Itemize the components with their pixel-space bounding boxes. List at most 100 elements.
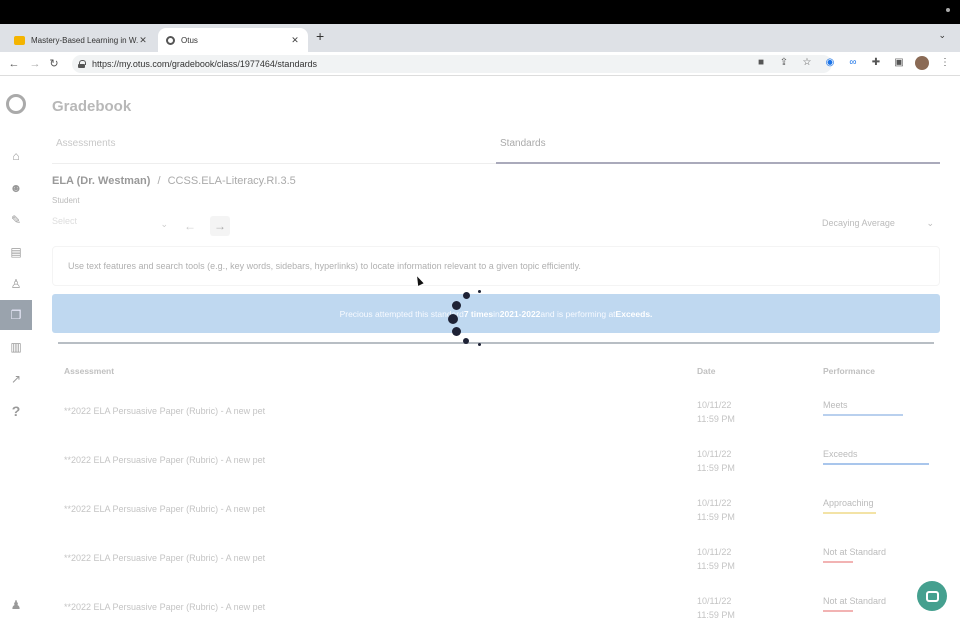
- otus-logo-icon[interactable]: [6, 94, 26, 114]
- browser-tab-mastery[interactable]: Mastery-Based Learning in W... ✕: [6, 28, 156, 52]
- browser-tab-strip: Mastery-Based Learning in W... ✕ Otus ✕ …: [0, 24, 960, 52]
- table-row[interactable]: **2022 ELA Persuasive Paper (Rubric) - A…: [52, 494, 940, 543]
- extension-circle-icon[interactable]: ◉: [823, 56, 837, 70]
- student-select[interactable]: Select ⌄: [52, 216, 170, 236]
- performance-bar: [823, 610, 853, 612]
- performance-label: Not at Standard: [823, 547, 887, 557]
- sidebar-item-plans[interactable]: ▥: [0, 332, 32, 362]
- table-row[interactable]: **2022 ELA Persuasive Paper (Rubric) - A…: [52, 396, 940, 445]
- performance-label: Not at Standard: [823, 596, 887, 606]
- banner-text-after: and is performing at: [540, 308, 616, 319]
- average-type-select[interactable]: Decaying Average ⌄: [822, 218, 934, 228]
- breadcrumb: ELA (Dr. Westman) / CCSS.ELA-Literacy.RI…: [52, 175, 296, 187]
- people-icon: ☻: [9, 181, 23, 195]
- sidebar-item-library[interactable]: ▤: [0, 237, 32, 267]
- address-bar[interactable]: https://my.otus.com/gradebook/class/1977…: [72, 55, 832, 73]
- assessment-name[interactable]: **2022 ELA Persuasive Paper (Rubric) - A…: [64, 406, 265, 416]
- sidebar-item-profile[interactable]: ♟: [0, 590, 32, 620]
- user-icon: ♟: [10, 598, 22, 612]
- tab-assessments[interactable]: Assessments: [56, 138, 115, 149]
- sidebar-item-messages[interactable]: ✎: [0, 205, 32, 235]
- reload-icon[interactable]: ↻: [46, 56, 62, 72]
- assessment-header[interactable]: Assessment: [64, 366, 114, 376]
- time-value: 11:59 PM: [697, 414, 735, 424]
- sidebar-item-classes[interactable]: ☻: [0, 173, 32, 203]
- table-row[interactable]: **2022 ELA Persuasive Paper (Rubric) - A…: [52, 592, 940, 623]
- assessment-date: 10/11/22 11:59 PM: [697, 447, 735, 475]
- close-tab-icon[interactable]: ✕: [138, 35, 148, 46]
- tab-search-button[interactable]: ⌄: [938, 30, 946, 41]
- breadcrumb-class[interactable]: ELA (Dr. Westman): [52, 175, 150, 187]
- performance-bar: [823, 463, 929, 465]
- chat-support-button[interactable]: [917, 581, 947, 611]
- puzzle-icon[interactable]: ✚: [869, 56, 883, 70]
- performance-header[interactable]: Performance: [823, 366, 875, 376]
- forward-icon[interactable]: →: [27, 56, 43, 72]
- star-icon[interactable]: ☆: [800, 56, 814, 70]
- share-icon[interactable]: ⇪: [777, 56, 791, 70]
- tab-title: Mastery-Based Learning in W...: [31, 35, 138, 45]
- time-value: 11:59 PM: [697, 610, 735, 620]
- book-icon: ▤: [10, 245, 22, 259]
- page-title: Gradebook: [52, 98, 132, 115]
- breadcrumb-standard: CCSS.ELA-Literacy.RI.3.5: [167, 175, 296, 187]
- performance-bar: [823, 512, 876, 514]
- gradebook-content: Gradebook Assessments Standards ELA (Dr.…: [52, 76, 942, 623]
- previous-student-button[interactable]: ←: [180, 216, 200, 236]
- help-icon: ?: [11, 403, 21, 419]
- sidebar-item-students[interactable]: ♙: [0, 269, 32, 299]
- date-value: 10/11/22: [697, 449, 732, 459]
- person-icon: ♙: [10, 277, 22, 291]
- chat-icon: ✎: [10, 213, 22, 227]
- banner-year: 2021-2022: [499, 308, 541, 319]
- extension-loop-icon[interactable]: ∞: [846, 56, 860, 70]
- standard-description-text: Use text features and search tools (e.g.…: [68, 261, 581, 271]
- slides-favicon-icon: [14, 35, 25, 45]
- otus-favicon-icon: [166, 35, 175, 45]
- assessment-name[interactable]: **2022 ELA Persuasive Paper (Rubric) - A…: [64, 455, 265, 465]
- camera-icon[interactable]: ■: [754, 56, 768, 70]
- lock-icon: [78, 60, 86, 68]
- app-page: ⌂ ☻ ✎ ▤ ♙ ❐ ▥ ↗ ? ♟ Gradebook Assessment…: [0, 76, 960, 623]
- date-header[interactable]: Date: [697, 366, 715, 376]
- browser-tab-otus[interactable]: Otus ✕: [158, 28, 308, 52]
- assessment-name[interactable]: **2022 ELA Persuasive Paper (Rubric) - A…: [64, 553, 265, 563]
- new-tab-button[interactable]: +: [316, 28, 324, 44]
- performance-label: Approaching: [823, 498, 874, 508]
- close-tab-icon[interactable]: ✕: [290, 35, 300, 46]
- tab-title: Otus: [181, 35, 198, 45]
- bookmark-icon: ❐: [10, 308, 22, 322]
- performance-bar: [823, 414, 903, 416]
- url-text[interactable]: https://my.otus.com/gradebook/class/1977…: [92, 59, 317, 69]
- sidebar-item-help[interactable]: ?: [0, 396, 32, 426]
- extension-icons: ■ ⇪ ☆ ◉ ∞ ✚ ▣ ⋮: [754, 56, 952, 70]
- assessment-name[interactable]: **2022 ELA Persuasive Paper (Rubric) - A…: [64, 504, 265, 514]
- chat-icon: [925, 590, 939, 602]
- date-value: 10/11/22: [697, 498, 732, 508]
- time-value: 11:59 PM: [697, 512, 735, 522]
- back-icon[interactable]: ←: [6, 56, 22, 72]
- camera-indicator: [946, 8, 950, 12]
- profile-avatar[interactable]: [915, 56, 929, 70]
- app-sidebar: ⌂ ☻ ✎ ▤ ♙ ❐ ▥ ↗ ? ♟: [0, 76, 34, 623]
- chart-icon: ↗: [10, 372, 22, 386]
- date-value: 10/11/22: [697, 547, 732, 557]
- assessment-name[interactable]: **2022 ELA Persuasive Paper (Rubric) - A…: [64, 602, 265, 612]
- sidebar-item-home[interactable]: ⌂: [0, 141, 32, 171]
- sidebar-item-gradebook[interactable]: ❐: [0, 300, 32, 330]
- assessment-date: 10/11/22 11:59 PM: [697, 545, 735, 573]
- menu-kebab-icon[interactable]: ⋮: [938, 56, 952, 70]
- browser-toolbar: ← → ↻ https://my.otus.com/gradebook/clas…: [0, 52, 960, 76]
- banner-times: 7 times: [463, 308, 494, 319]
- sidepanel-icon[interactable]: ▣: [892, 56, 906, 70]
- breadcrumb-separator: /: [157, 175, 161, 187]
- table-row[interactable]: **2022 ELA Persuasive Paper (Rubric) - A…: [52, 445, 940, 494]
- table-row[interactable]: **2022 ELA Persuasive Paper (Rubric) - A…: [52, 543, 940, 592]
- map-icon: ▥: [10, 340, 22, 354]
- home-icon: ⌂: [12, 149, 20, 163]
- next-student-button[interactable]: →: [210, 216, 230, 236]
- performance-label: Meets: [823, 400, 848, 410]
- section-divider: [58, 342, 934, 344]
- sidebar-item-analytics[interactable]: ↗: [0, 364, 32, 394]
- tab-standards[interactable]: Standards: [500, 138, 546, 149]
